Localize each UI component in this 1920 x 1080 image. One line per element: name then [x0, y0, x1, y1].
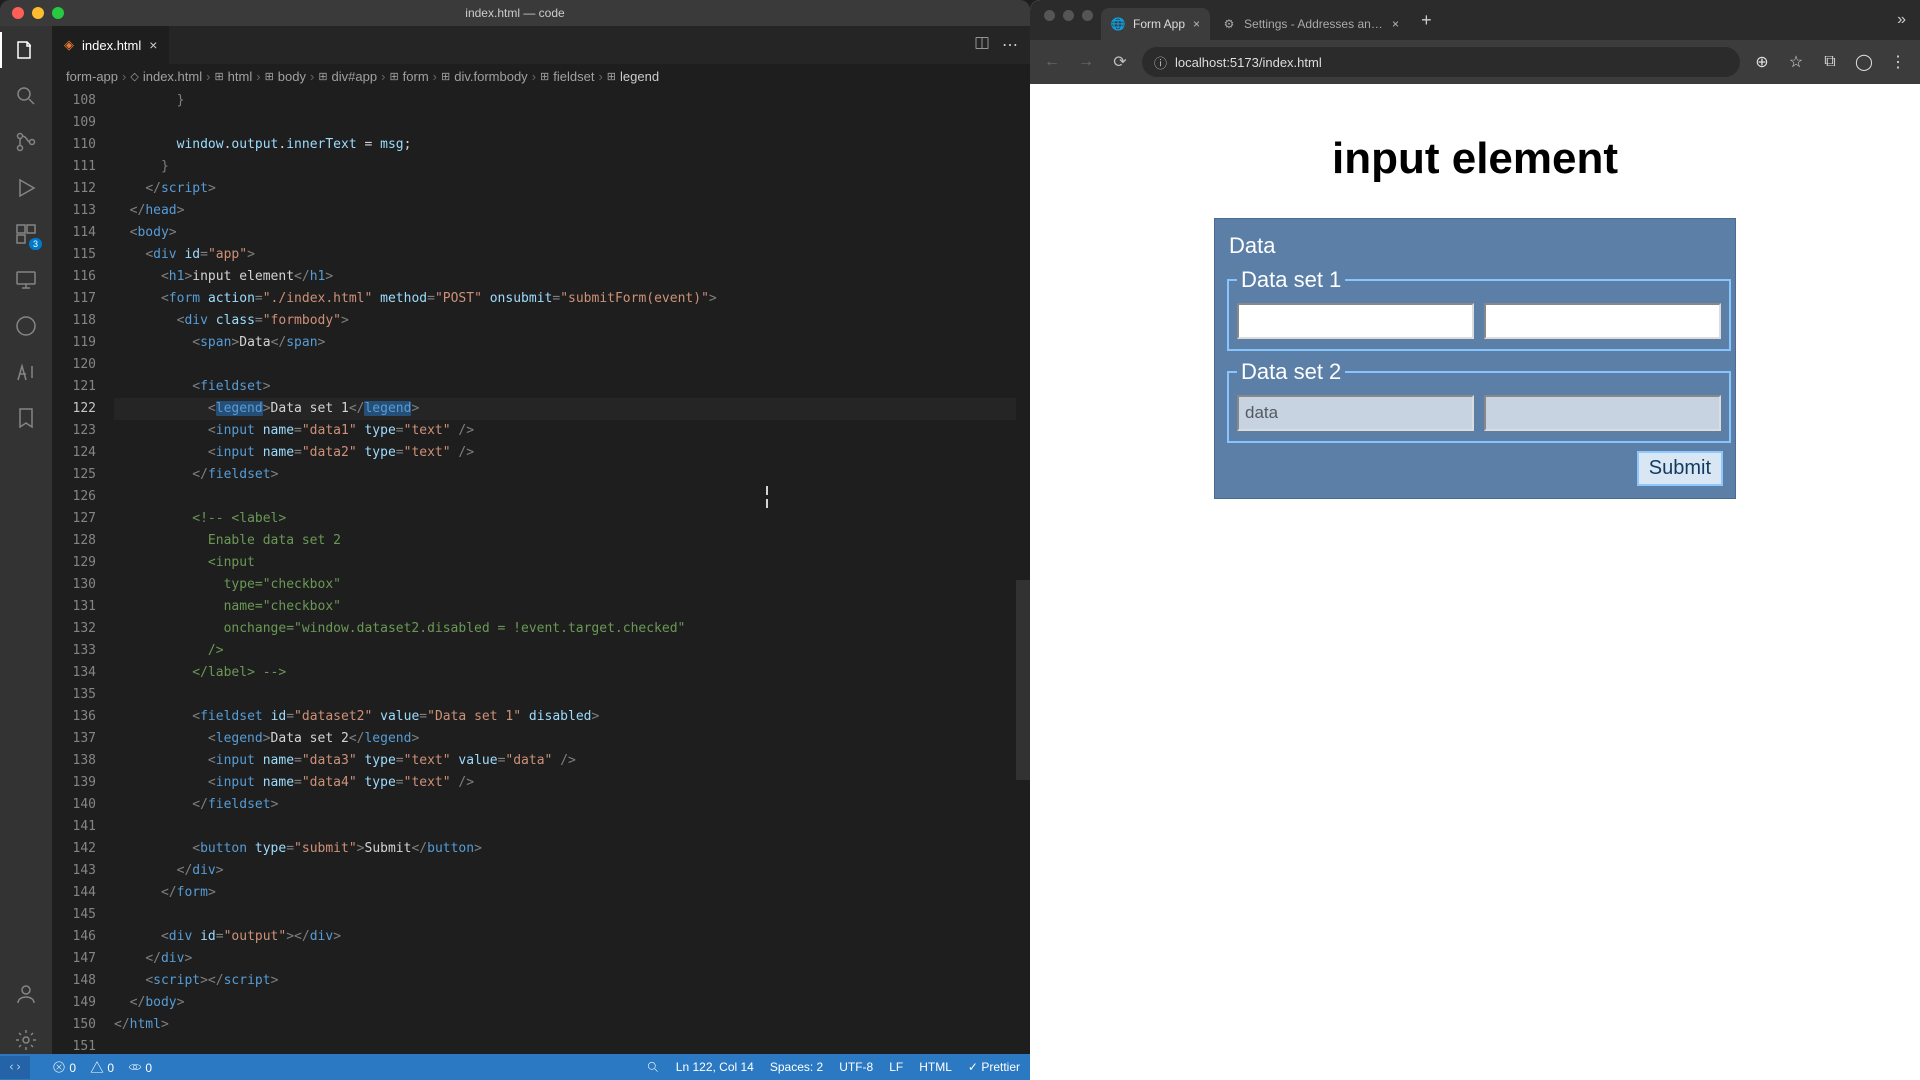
- activity-bar: 3: [0, 26, 52, 1054]
- status-encoding[interactable]: UTF-8: [839, 1060, 873, 1074]
- forward-button[interactable]: →: [1074, 53, 1098, 71]
- gear-icon: ⚙: [1222, 17, 1236, 31]
- close-tab-icon[interactable]: ×: [1392, 17, 1399, 31]
- fieldset-dataset1: Data set 1: [1227, 267, 1731, 351]
- legend-dataset1: Data set 1: [1237, 267, 1345, 293]
- status-prettier[interactable]: ✓ Prettier: [968, 1060, 1020, 1074]
- status-cursor[interactable]: Ln 122, Col 14: [676, 1060, 754, 1074]
- settings-gear-icon[interactable]: [12, 1026, 40, 1054]
- zoom-window-button[interactable]: [52, 7, 64, 19]
- status-eol[interactable]: LF: [889, 1060, 903, 1074]
- formbody: Data Data set 1 Data set 2 Submit: [1214, 218, 1736, 499]
- chrome-tab-formapp[interactable]: 🌐 Form App ×: [1101, 8, 1210, 40]
- scrollbar[interactable]: [1016, 90, 1030, 1054]
- inactive-close-button[interactable]: [1044, 10, 1055, 21]
- bookmarks-icon[interactable]: [12, 404, 40, 432]
- accounts-icon[interactable]: [12, 980, 40, 1008]
- chrome-tab-settings[interactable]: ⚙ Settings - Addresses and m… ×: [1212, 8, 1409, 40]
- new-tab-button[interactable]: +: [1411, 10, 1442, 31]
- reload-button[interactable]: ⟳: [1108, 52, 1132, 72]
- bookmark-star-icon[interactable]: ☆: [1784, 52, 1808, 72]
- tab-label: index.html: [82, 38, 141, 53]
- extensions-puzzle-icon[interactable]: ⧉: [1818, 53, 1842, 71]
- extensions-icon[interactable]: 3: [12, 220, 40, 248]
- url-text: localhost:5173/index.html: [1175, 55, 1322, 70]
- inactive-zoom-button[interactable]: [1082, 10, 1093, 21]
- tab-index-html[interactable]: ◈ index.html ×: [52, 26, 170, 64]
- testing-icon[interactable]: [12, 312, 40, 340]
- remote-indicator[interactable]: [0, 1056, 30, 1079]
- legend-dataset2: Data set 2: [1237, 359, 1345, 385]
- status-errors[interactable]: 0: [52, 1060, 76, 1075]
- chrome-toolbar: ← → ⟳ ⓘ localhost:5173/index.html ⊕ ☆ ⧉ …: [1030, 40, 1920, 84]
- mac-titlebar: index.html — code: [0, 0, 1030, 26]
- source-control-icon[interactable]: [12, 128, 40, 156]
- run-debug-icon[interactable]: [12, 174, 40, 202]
- input-data1[interactable]: [1237, 303, 1474, 339]
- fieldset-dataset2: Data set 2: [1227, 359, 1731, 443]
- breadcrumb[interactable]: form-app› ◇index.html› ⊞html› ⊞body› ⊞di…: [52, 64, 1030, 90]
- search-icon[interactable]: [12, 82, 40, 110]
- inactive-minimize-button[interactable]: [1063, 10, 1074, 21]
- html-file-icon: ◈: [64, 37, 74, 53]
- window-title: index.html — code: [0, 6, 1030, 20]
- chrome-menu-icon[interactable]: ⋮: [1886, 52, 1910, 72]
- explorer-icon[interactable]: [12, 36, 40, 64]
- status-spaces[interactable]: Spaces: 2: [770, 1060, 823, 1074]
- status-warnings[interactable]: 0: [90, 1060, 114, 1075]
- vscode-window: index.html — code 3: [0, 0, 1030, 1080]
- minimize-window-button[interactable]: [32, 7, 44, 19]
- chrome-window: 🌐 Form App × ⚙ Settings - Addresses and …: [1030, 0, 1920, 1080]
- site-info-icon[interactable]: ⓘ: [1154, 53, 1167, 72]
- status-lang[interactable]: HTML: [919, 1060, 952, 1074]
- status-find-icon[interactable]: [646, 1060, 660, 1075]
- more-actions-icon[interactable]: ⋯: [1002, 35, 1018, 55]
- extensions-badge: 3: [29, 238, 42, 250]
- close-tab-icon[interactable]: ×: [149, 37, 157, 53]
- submit-button[interactable]: Submit: [1637, 451, 1723, 486]
- chrome-window-menu-icon[interactable]: »: [1883, 11, 1920, 29]
- input-data2[interactable]: [1484, 303, 1721, 339]
- live-share-icon[interactable]: [12, 358, 40, 386]
- page-heading: input element: [1332, 134, 1618, 184]
- address-bar[interactable]: ⓘ localhost:5173/index.html: [1142, 47, 1740, 77]
- close-tab-icon[interactable]: ×: [1193, 17, 1200, 31]
- form-label: Data: [1229, 233, 1721, 259]
- rendered-page: input element Data Data set 1 Data set 2…: [1030, 84, 1920, 1080]
- input-data3: [1237, 395, 1474, 431]
- chrome-tabstrip: 🌐 Form App × ⚙ Settings - Addresses and …: [1030, 0, 1920, 40]
- zoom-icon[interactable]: ⊕: [1750, 52, 1774, 72]
- back-button[interactable]: ←: [1040, 53, 1064, 71]
- globe-icon: 🌐: [1111, 17, 1125, 31]
- remote-explorer-icon[interactable]: [12, 266, 40, 294]
- code-editor[interactable]: 1081091101111121131141151161171181191201…: [52, 90, 1030, 1054]
- split-editor-icon[interactable]: [974, 35, 990, 56]
- editor-area: ◈ index.html × ⋯ form-app› ◇index.html› …: [52, 26, 1030, 1054]
- editor-tabs: ◈ index.html × ⋯: [52, 26, 1030, 64]
- profile-avatar-icon[interactable]: ◯: [1852, 52, 1876, 72]
- status-ports[interactable]: 0: [128, 1060, 152, 1075]
- input-data4: [1484, 395, 1721, 431]
- status-bar: 0 0 0 Ln 122, Col 14 Spaces: 2 UTF-8 LF …: [0, 1054, 1030, 1080]
- close-window-button[interactable]: [12, 7, 24, 19]
